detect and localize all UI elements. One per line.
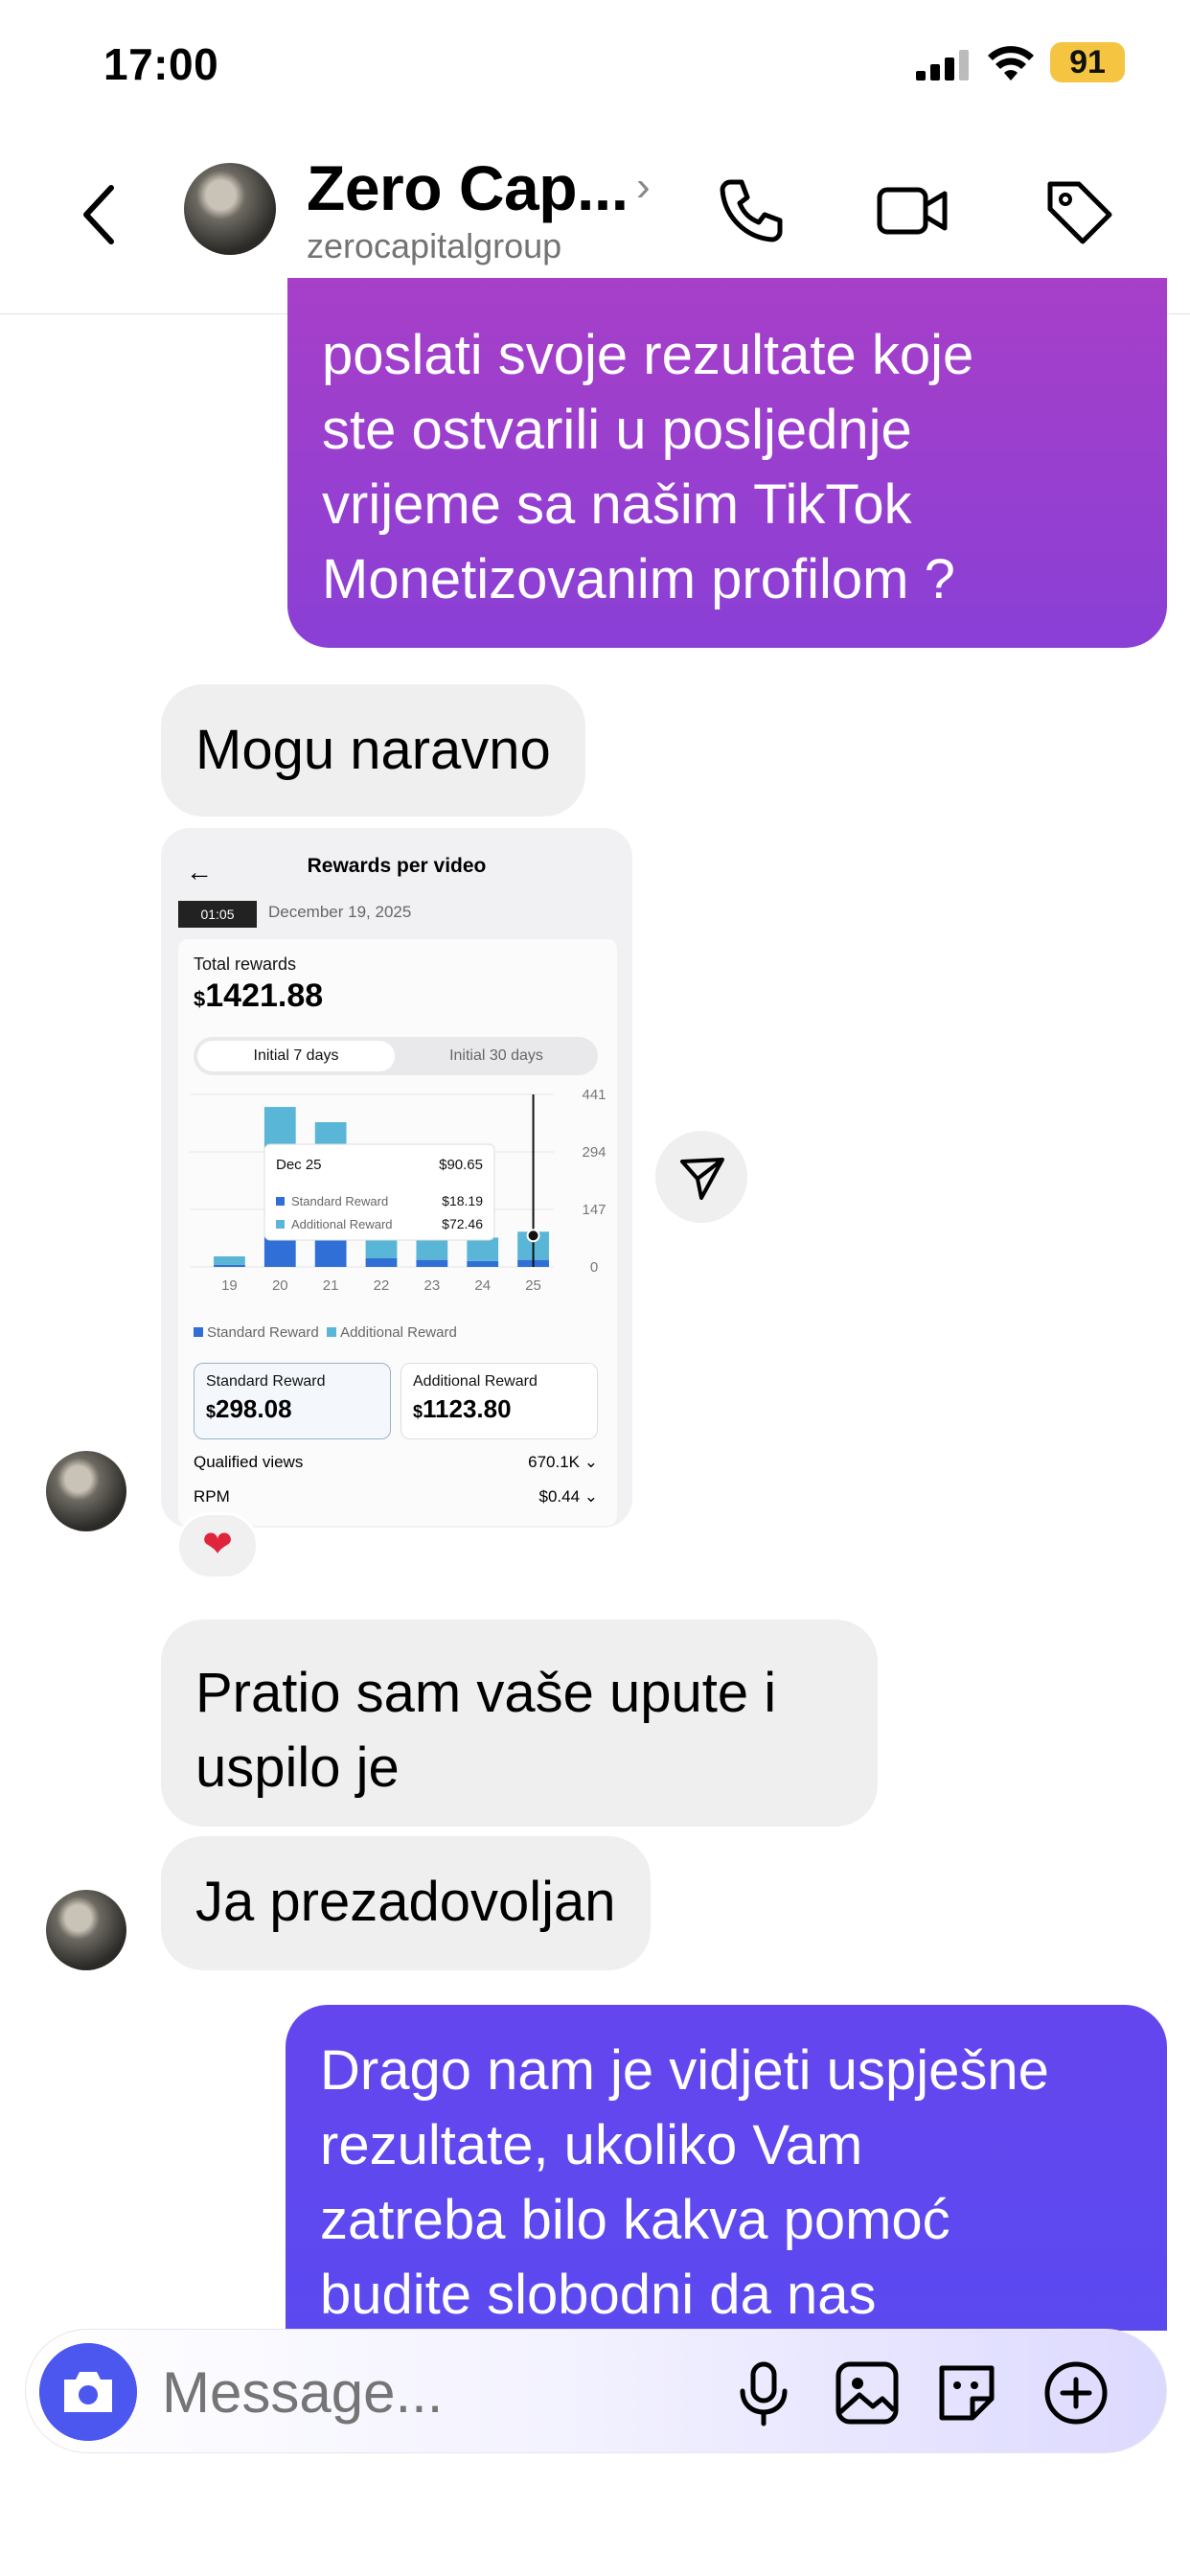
y-tick-label: 147 [582,1202,606,1218]
incoming-message[interactable]: Mogu naravno [161,684,585,816]
total-amount: 1421.88 [205,978,324,1014]
y-tick-label: 294 [582,1144,606,1161]
tab-initial-7-days: Initial 7 days [197,1041,395,1071]
qualified-views-row: Qualified views 670.1K ⌄ [194,1453,598,1472]
signal-icon [916,50,969,80]
bar-additional [214,1255,245,1265]
tag-icon[interactable] [1041,172,1117,249]
tooltip-additional-label: Additional Reward [291,1217,393,1231]
x-tick-label: 19 [221,1277,238,1294]
chat-title[interactable]: Zero Cap... [307,151,629,224]
total-rewards-label: Total rewards [194,954,297,974]
tooltip-date: Dec 25 [276,1157,322,1173]
chevron-right-icon[interactable]: › [636,163,651,211]
heart-reaction-icon[interactable]: ❤ [176,1512,259,1579]
video-thumbnail: 01:05 [178,901,257,928]
hover-point [526,1229,540,1243]
standard-amount: 298.08 [216,1394,292,1423]
battery-indicator: 91 [1050,42,1125,82]
tooltip-swatch-standard [276,1197,285,1206]
tooltip-swatch-additional [276,1220,285,1229]
message-line: Pratio sam vaše upute i [195,1662,777,1724]
card-value: $1123.80 [413,1394,512,1423]
y-tick-label: 0 [590,1259,598,1276]
back-icon[interactable] [73,176,130,253]
x-tick-label: 21 [323,1277,339,1294]
message-line: rezultate, ukoliko Vam [320,2114,863,2176]
shared-image[interactable]: ← Rewards per video 01:05 December 19, 2… [161,828,632,1528]
screenshot-date: December 19, 2025 [268,903,412,921]
screenshot-title: Rewards per video [307,855,487,877]
standard-reward-card: Standard Reward $298.08 [194,1363,391,1439]
message-line: Monetizovanim profilom ? [322,548,955,610]
x-tick-label: 24 [474,1277,491,1294]
rewards-chart: 441 294 147 0 19 20 21 22 23 24 25 Dec 25 $90.65 Stan… [190,1087,606,1294]
message-line: zatreba bilo kakva pomoć [320,2189,950,2251]
period-toggle: Initial 7 days Initial 30 days [194,1037,598,1075]
tooltip-additional-value: $72.46 [442,1216,483,1231]
y-tick-label: 441 [582,1087,606,1103]
gallery-icon[interactable] [831,2357,904,2429]
legend-additional: Additional Reward [340,1324,457,1341]
bar-standard [365,1258,398,1267]
currency-symbol: $ [194,987,206,1011]
additional-amount: 1123.80 [423,1394,512,1423]
bar-standard [467,1260,499,1267]
message-line: ste ostvarili u posljednje [322,399,912,461]
row-value: 670.1K ⌄ [528,1453,598,1471]
chat-username[interactable]: zerocapitalgroup [307,226,561,266]
wifi-icon [988,46,1034,80]
video-call-icon[interactable] [874,172,950,249]
incoming-message[interactable]: Pratio sam vaše upute i uspilo je [161,1620,878,1827]
tab-initial-30-days: Initial 30 days [449,1047,543,1064]
additional-reward-card: Additional Reward $1123.80 [400,1363,598,1439]
bar-standard [214,1264,245,1267]
message-composer [25,2329,1167,2453]
message-line: budite slobodni da nas [320,2264,877,2326]
row-label: Qualified views [194,1453,304,1471]
plus-circle-icon[interactable] [1040,2357,1112,2429]
legend-standard: Standard Reward [207,1324,319,1341]
x-tick-label: 23 [424,1277,441,1294]
card-label: Standard Reward [206,1373,326,1390]
tooltip-standard-label: Standard Reward [291,1194,388,1208]
avatar[interactable] [184,163,276,255]
outgoing-message[interactable]: Drago nam je vidjeti uspješne rezultate,… [286,2005,1167,2331]
bar-additional [467,1237,499,1261]
x-tick-label: 22 [374,1277,390,1294]
camera-icon[interactable] [39,2343,137,2441]
avatar[interactable] [46,1451,126,1531]
rpm-row: RPM $0.44 ⌄ [194,1487,598,1506]
message-line: Drago nam je vidjeti uspješne [320,2039,1049,2102]
message-input[interactable] [162,2358,641,2426]
x-tick-label: 20 [272,1277,288,1294]
incoming-message[interactable]: Ja prezadovoljan [161,1836,651,1970]
tooltip-total: $90.65 [439,1157,483,1173]
chart-legend: Standard Reward Additional Reward [194,1324,457,1341]
legend-swatch-standard [194,1327,203,1337]
sticker-icon[interactable] [930,2357,1003,2429]
message-line: vrijeme sa našim TikTok [322,473,912,536]
card-label: Additional Reward [413,1373,538,1390]
tooltip-standard-value: $18.19 [442,1193,483,1208]
legend-swatch-additional [327,1327,337,1337]
x-tick-label: 25 [525,1277,541,1294]
message-line: poslati svoje rezultate koje [322,324,974,386]
row-value: $0.44 ⌄ [538,1487,598,1506]
bar-standard [416,1259,448,1267]
total-rewards-value: $1421.88 [194,978,323,1015]
microphone-icon[interactable] [727,2357,800,2429]
avatar[interactable] [46,1890,126,1970]
card-value: $298.08 [206,1394,292,1423]
outgoing-message[interactable]: poslati svoje rezultate koje ste ostvari… [287,278,1167,648]
row-label: RPM [194,1487,230,1506]
message-line: uspilo je [195,1736,400,1799]
phone-icon[interactable] [713,172,790,249]
status-time: 17:00 [103,39,219,89]
share-icon[interactable] [655,1131,747,1223]
